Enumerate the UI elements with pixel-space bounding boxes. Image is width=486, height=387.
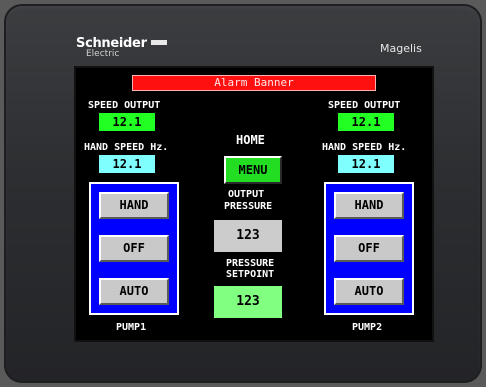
right-pump-panel: HAND OFF AUTO [324, 182, 414, 315]
right-speed-output-value: 12.1 [338, 113, 394, 131]
pump1-label: PUMP1 [116, 322, 147, 333]
output-pressure-label-line2: PRESSURE [224, 201, 273, 212]
model-name: Magelis [380, 42, 422, 55]
right-hand-button[interactable]: HAND [334, 192, 404, 219]
brand-bar-icon [150, 40, 167, 45]
right-hand-speed-value[interactable]: 12.1 [338, 155, 394, 173]
left-pump-panel: HAND OFF AUTO [89, 182, 179, 315]
left-hand-speed-value[interactable]: 12.1 [99, 155, 155, 173]
left-hand-button[interactable]: HAND [99, 192, 169, 219]
right-speed-output-label: SPEED OUTPUT [328, 100, 401, 111]
left-hand-speed-label: HAND SPEED Hz. [84, 142, 169, 153]
right-auto-button[interactable]: AUTO [334, 278, 404, 305]
menu-button[interactable]: MENU [224, 156, 282, 184]
pressure-setpoint-value[interactable]: 123 [214, 286, 282, 318]
right-off-button[interactable]: OFF [334, 235, 404, 262]
left-speed-output-label: SPEED OUTPUT [88, 100, 161, 111]
pressure-setpoint-label-line2: SETPOINT [226, 269, 275, 280]
output-pressure-value: 123 [214, 220, 282, 252]
pressure-setpoint-label-line1: PRESSURE [226, 258, 275, 269]
home-title: HOME [236, 133, 265, 147]
left-auto-button[interactable]: AUTO [99, 278, 169, 305]
output-pressure-label-line1: OUTPUT [228, 189, 265, 200]
right-hand-speed-label: HAND SPEED Hz. [322, 142, 407, 153]
brand-logo: Schneider Electric [76, 32, 167, 59]
pump2-label: PUMP2 [352, 322, 383, 333]
left-off-button[interactable]: OFF [99, 235, 169, 262]
alarm-banner[interactable]: Alarm Banner [132, 75, 376, 91]
hmi-screen: Alarm Banner SPEED OUTPUT 12.1 HAND SPEE… [74, 66, 434, 342]
left-speed-output-value: 12.1 [99, 113, 155, 131]
hmi-bezel: Schneider Electric Magelis Alarm Banner … [4, 4, 482, 383]
